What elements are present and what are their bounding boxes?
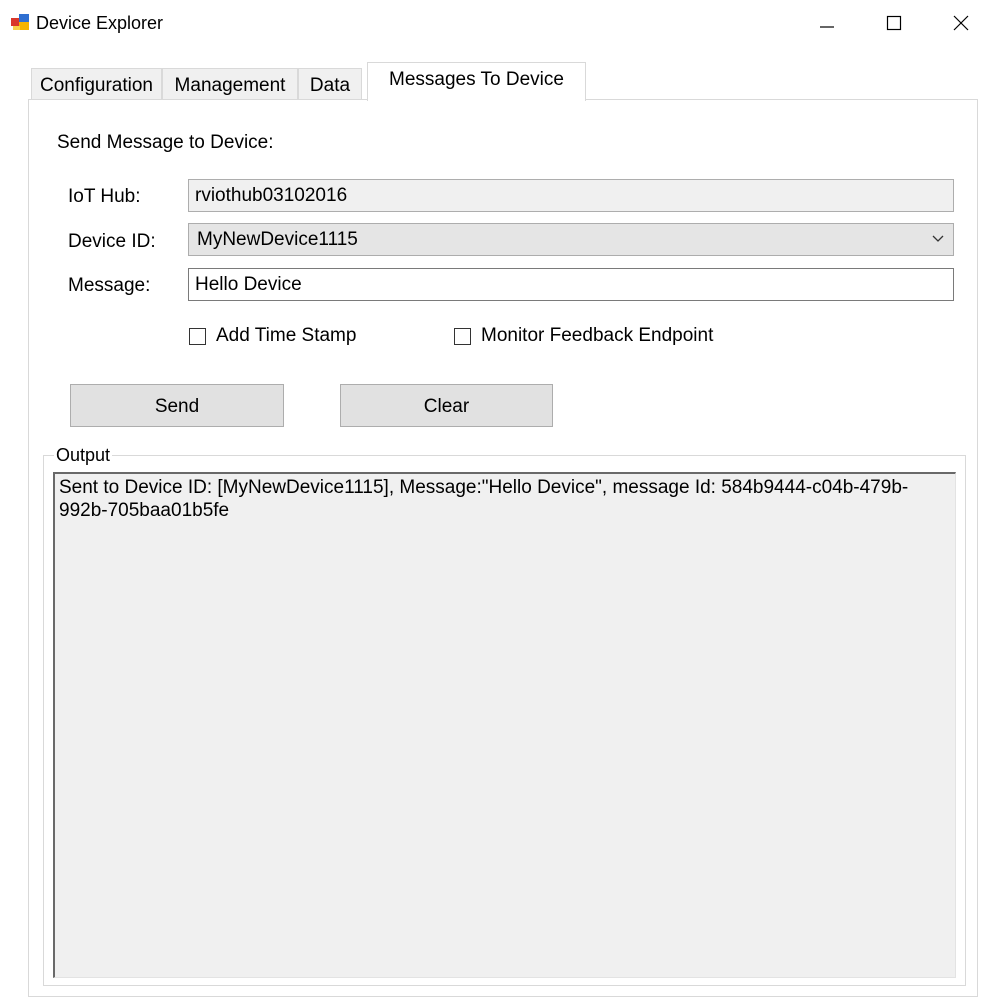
monitor-feedback-label: Monitor Feedback Endpoint xyxy=(481,325,714,346)
send-message-heading: Send Message to Device: xyxy=(57,132,274,153)
device-id-label: Device ID: xyxy=(68,231,156,252)
message-input[interactable]: Hello Device xyxy=(188,268,954,301)
chevron-down-icon xyxy=(932,235,944,242)
iot-hub-label: IoT Hub: xyxy=(68,186,141,207)
close-icon xyxy=(953,15,969,31)
minimize-button[interactable] xyxy=(799,0,855,46)
messages-tab-panel: Send Message to Device: IoT Hub: rviothu… xyxy=(28,99,978,997)
tab-configuration[interactable]: Configuration xyxy=(31,68,162,100)
monitor-feedback-checkbox[interactable]: Monitor Feedback Endpoint xyxy=(454,325,713,347)
app-icon xyxy=(10,12,30,32)
output-textbox[interactable]: Sent to Device ID: [MyNewDevice1115], Me… xyxy=(53,472,956,978)
minimize-icon xyxy=(820,26,834,28)
clear-button[interactable]: Clear xyxy=(340,384,553,427)
device-id-selected: MyNewDevice1115 xyxy=(197,229,358,250)
send-button[interactable]: Send xyxy=(70,384,284,427)
maximize-icon xyxy=(886,15,902,31)
tab-messages-to-device[interactable]: Messages To Device xyxy=(367,62,586,101)
tab-data[interactable]: Data xyxy=(298,68,362,100)
add-timestamp-label: Add Time Stamp xyxy=(216,325,357,346)
device-id-dropdown[interactable]: MyNewDevice1115 xyxy=(188,223,954,256)
monitor-feedback-box[interactable] xyxy=(454,327,471,345)
add-timestamp-box[interactable] xyxy=(189,327,206,345)
maximize-button[interactable] xyxy=(866,0,922,46)
output-legend: Output xyxy=(54,445,113,466)
add-timestamp-checkbox[interactable]: Add Time Stamp xyxy=(189,325,356,347)
window-title: Device Explorer xyxy=(36,13,164,33)
iot-hub-field[interactable]: rviothub03102016 xyxy=(188,179,954,212)
tab-management[interactable]: Management xyxy=(162,68,298,100)
client-area: Configuration Management Data Messages T… xyxy=(0,46,987,997)
close-button[interactable] xyxy=(933,0,987,46)
title-bar: Device Explorer xyxy=(0,0,987,46)
message-label: Message: xyxy=(68,275,151,296)
